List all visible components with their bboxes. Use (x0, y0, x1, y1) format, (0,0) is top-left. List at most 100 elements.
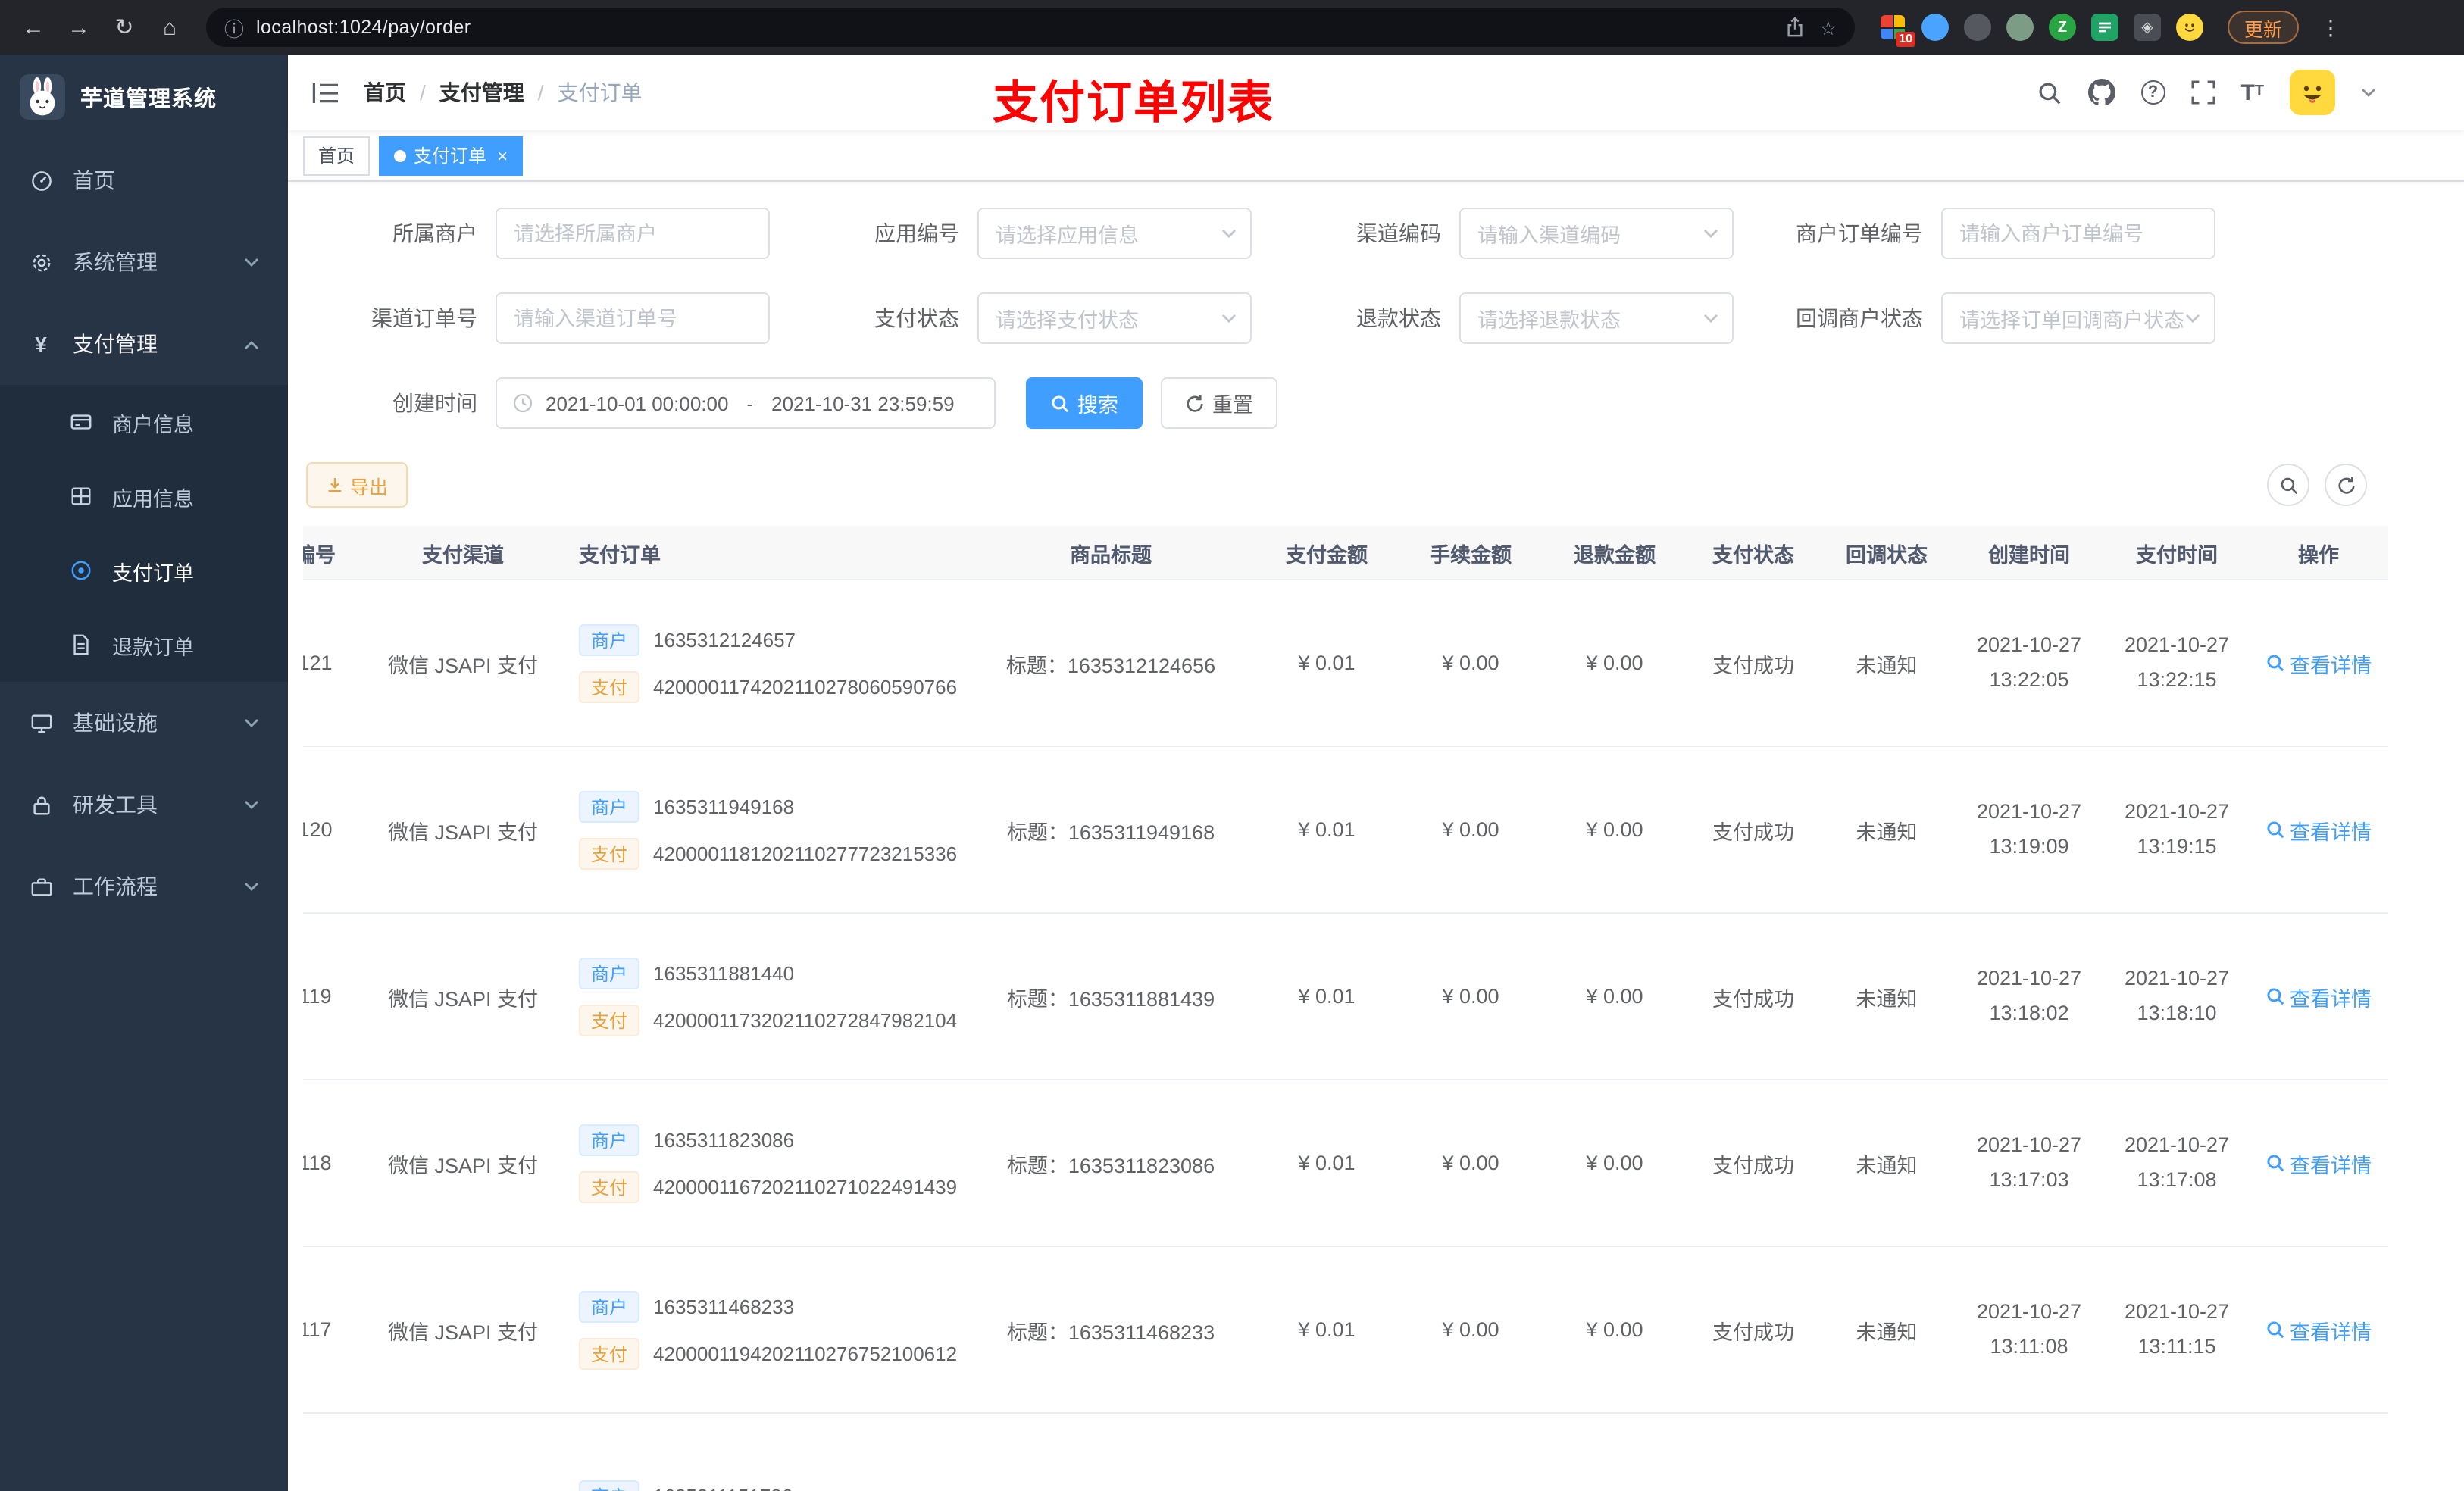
sidebar-item-merchant-info[interactable]: 商户信息 (0, 385, 288, 459)
view-detail-link[interactable]: 查看详情 (2265, 1148, 2372, 1178)
column-header-3: 商品标题 (1070, 543, 1152, 566)
table-row: 118 微信 JSAPI 支付 商户 1635311823086 支付 420000116… (303, 1080, 2388, 1247)
filter-label: 回调商户状态 (1796, 306, 1923, 330)
sidebar-item-workflow[interactable]: 工作流程 (0, 846, 288, 927)
search-button[interactable]: 搜索 (1026, 377, 1143, 429)
cell-notify: 未通知 (1856, 821, 1918, 843)
extension-green-z-icon[interactable]: Z (2049, 14, 2076, 41)
cell-status: 支付成功 (1712, 1154, 1794, 1177)
browser-home-icon[interactable]: ⌂ (152, 9, 188, 45)
extension-colorful-icon[interactable]: 10 (1879, 14, 1915, 47)
sidebar-item-infra[interactable]: 基础设施 (0, 682, 288, 764)
sidebar-item-system[interactable]: 系统管理 (0, 221, 288, 303)
search-icon[interactable] (2036, 80, 2062, 105)
payment-submenu: 商户信息 应用信息 支付订单 退款订单 (0, 385, 288, 682)
cell-order: 商户 1635311823086 支付 42000011672021102710224… (558, 1080, 967, 1246)
column-header-4: 支付金额 (1286, 543, 1368, 566)
merchant-tag: 商户 (579, 624, 640, 655)
app-select[interactable]: 请选择应用信息 (977, 208, 1252, 259)
page-annotation: 支付订单列表 (993, 79, 1274, 129)
column-header-6: 退款金额 (1574, 543, 1656, 566)
view-detail-link[interactable]: 查看详情 (2265, 981, 2372, 1011)
browser-reload-icon[interactable]: ↻ (106, 9, 142, 45)
refund-status-select[interactable]: 请选择退款状态 (1459, 292, 1734, 344)
close-icon[interactable]: × (497, 145, 508, 166)
yen-icon: ¥ (35, 332, 47, 356)
sidebar-item-payment[interactable]: ¥ 支付管理 (0, 303, 288, 385)
filter-label: 所属商户 (392, 221, 477, 245)
breadcrumb-pay-manage: 支付管理 (439, 80, 524, 105)
cell-refund: ¥ 0.00 (1586, 1152, 1643, 1174)
font-size-icon[interactable]: TT (2240, 81, 2264, 104)
breadcrumb-separator: / (537, 80, 544, 105)
sidebar-fold-icon[interactable] (312, 81, 339, 104)
search-icon (2267, 988, 2284, 1005)
cell-title: 标题：1635311823086 (1006, 1154, 1215, 1177)
channel-code-select[interactable]: 请输入渠道编码 (1459, 208, 1734, 259)
view-detail-link[interactable]: 查看详情 (2265, 1314, 2372, 1345)
cell-action: 查看详情 (2249, 747, 2388, 912)
orders-table-wrap: 编号支付渠道支付订单商品标题支付金额手续金额退款金额支付状态回调状态创建时间支付… (303, 526, 2464, 1491)
filter-label: 商户订单编号 (1796, 221, 1923, 245)
avatar-caret-icon[interactable] (2361, 79, 2376, 106)
help-icon[interactable]: ? (2140, 80, 2165, 105)
pay-tag: 支付 (579, 1171, 640, 1202)
sidebar-item-refund-order[interactable]: 退款订单 (0, 608, 288, 682)
date-start: 2021-10-01 00:00:00 (546, 392, 729, 414)
column-header-11: 操作 (2298, 543, 2339, 566)
hide-search-button[interactable] (2267, 464, 2309, 506)
chevron-down-icon (1704, 314, 1718, 322)
create-time-range-input[interactable]: 2021-10-01 00:00:00 - 2021-10-31 23:59:5… (496, 377, 996, 429)
merchant-order-no: 1635311468233 (653, 1295, 795, 1318)
cell-order: 商户 1635312124657 支付 42000011742021102780605… (558, 580, 967, 746)
notify-status-select[interactable]: 请选择订单回调商户状态 (1941, 292, 2215, 344)
browser-forward-icon[interactable]: → (61, 9, 97, 45)
sidebar-item-home[interactable]: 首页 (0, 139, 288, 221)
refresh-icon (1187, 394, 1203, 411)
share-icon[interactable] (1785, 16, 1805, 37)
site-info-icon[interactable]: ⓘ (224, 13, 244, 42)
filter-create-time: 创建时间 2021-10-01 00:00:00 - 2021-10-31 23… (288, 377, 996, 429)
browser-menu-icon[interactable]: ⋮ (2320, 14, 2341, 40)
url-text[interactable]: localhost:1024/pay/order (256, 17, 1773, 38)
github-icon[interactable] (2087, 79, 2115, 106)
extension-dark-icon[interactable] (1964, 14, 1991, 41)
sidebar-item-app-info[interactable]: 应用信息 (0, 459, 288, 533)
update-button[interactable]: 更新 (2228, 11, 2300, 44)
cell-fee: ¥ 0.00 (1442, 985, 1499, 1008)
channel-order-no: 4200001181202110277723215336 (653, 842, 958, 864)
reset-button[interactable]: 重置 (1161, 377, 1277, 429)
cell-amount: ¥ 0.01 (1298, 1318, 1356, 1341)
sidebar-item-devtools[interactable]: 研发工具 (0, 764, 288, 846)
cell-created: 2021-10-27 13:11:08 (1976, 1300, 2082, 1357)
extension-memoji-icon[interactable] (2176, 14, 2203, 41)
merchant-order-no-input[interactable] (1941, 208, 2215, 259)
merchant-input[interactable] (496, 208, 770, 259)
bookmark-star-icon[interactable]: ☆ (1820, 16, 1837, 39)
tab-pay-order[interactable]: 支付订单 × (379, 136, 524, 175)
address-bar[interactable]: ⓘ localhost:1024/pay/order ☆ (206, 8, 1855, 47)
cell-title: 标题：1635312124656 (1005, 654, 1216, 677)
user-avatar[interactable] (2290, 70, 2335, 115)
extension-gray-green-icon[interactable] (2006, 14, 2034, 41)
sidebar-item-pay-order[interactable]: 支付订单 (0, 533, 288, 608)
extension-puzzle-icon[interactable]: ◈ (2134, 14, 2161, 41)
pay-status-select[interactable]: 请选择支付状态 (977, 292, 1252, 344)
extension-notes-icon[interactable] (2091, 14, 2118, 41)
filter-row-1: 所属商户 应用编号 请选择应用信息 渠道编码 请输入渠道编码 (288, 208, 2464, 259)
filter-label: 支付状态 (874, 306, 959, 330)
cell-refund: ¥ 0.00 (1586, 652, 1643, 674)
tab-home[interactable]: 首页 (303, 136, 371, 175)
browser-back-icon[interactable]: ← (15, 9, 52, 45)
view-detail-link[interactable]: 查看详情 (2265, 648, 2372, 678)
export-button[interactable]: 导出 (306, 462, 408, 508)
fullscreen-icon[interactable] (2190, 80, 2215, 105)
cell-title: 标题：1635311881439 (1006, 987, 1215, 1010)
extension-drop-icon[interactable] (1921, 14, 1949, 41)
view-detail-link[interactable]: 查看详情 (2265, 814, 2372, 845)
cell-paid: 2021-10-27 13:19:15 (2124, 800, 2230, 857)
refresh-button[interactable] (2325, 464, 2367, 506)
channel-order-no-input[interactable] (496, 292, 770, 344)
pay-tag: 支付 (579, 1004, 640, 1036)
breadcrumb-home[interactable]: 首页 (364, 77, 406, 108)
